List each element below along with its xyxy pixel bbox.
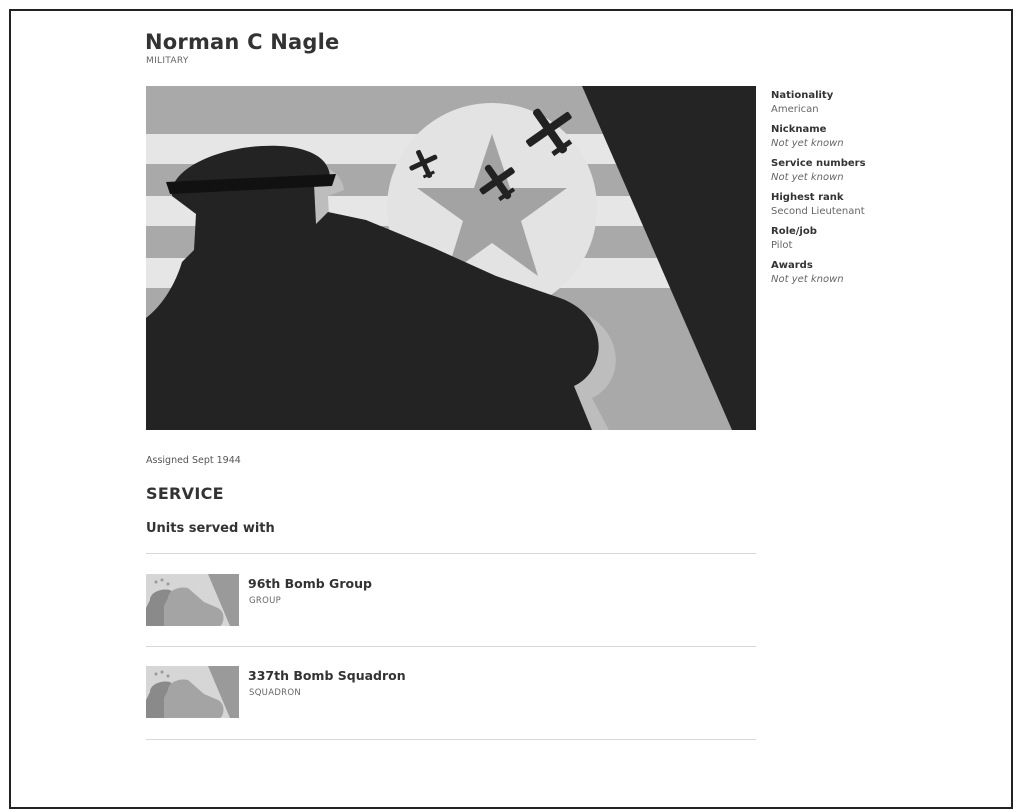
fact-value: Pilot xyxy=(771,240,793,251)
service-section-title: SERVICE xyxy=(146,484,224,503)
salute-illustration xyxy=(146,86,756,430)
unit-type: SQUADRON xyxy=(249,688,302,698)
fact-value: Not yet known xyxy=(771,274,844,285)
page-title: Norman C Nagle xyxy=(145,30,340,54)
facts-panel: Nationality American Nickname Not yet kn… xyxy=(771,89,971,293)
fact-label: Awards xyxy=(771,260,813,271)
fact-value: Not yet known xyxy=(771,138,844,149)
fact-nationality: Nationality American xyxy=(771,89,971,117)
unit-name[interactable]: 96th Bomb Group xyxy=(248,576,372,591)
hero-caption: Assigned Sept 1944 xyxy=(146,455,241,466)
unit-thumbnail[interactable] xyxy=(146,666,239,718)
fact-service-numbers: Service numbers Not yet known xyxy=(771,157,971,185)
unit-type: GROUP xyxy=(249,596,282,606)
divider xyxy=(146,553,756,554)
unit-item-337th-bomb-squadron[interactable]: 337th Bomb Squadron SQUADRON xyxy=(146,666,756,726)
unit-name[interactable]: 337th Bomb Squadron xyxy=(248,668,406,683)
units-subtitle: Units served with xyxy=(146,521,275,536)
fact-label: Highest rank xyxy=(771,192,844,203)
fact-awards: Awards Not yet known xyxy=(771,259,971,287)
fact-label: Nationality xyxy=(771,90,834,101)
unit-thumbnail[interactable] xyxy=(146,574,239,626)
fact-nickname: Nickname Not yet known xyxy=(771,123,971,151)
fact-label: Role/job xyxy=(771,226,817,237)
fact-label: Nickname xyxy=(771,124,827,135)
fact-value: Not yet known xyxy=(771,172,844,183)
divider xyxy=(146,739,756,740)
fact-value: American xyxy=(771,104,819,115)
fact-role-job: Role/job Pilot xyxy=(771,225,971,253)
fact-label: Service numbers xyxy=(771,158,866,169)
hero-image xyxy=(146,86,756,430)
fact-value: Second Lieutenant xyxy=(771,206,865,217)
divider xyxy=(146,646,756,647)
unit-item-96th-bomb-group[interactable]: 96th Bomb Group GROUP xyxy=(146,574,756,634)
fact-highest-rank: Highest rank Second Lieutenant xyxy=(771,191,971,219)
page-category: MILITARY xyxy=(146,56,189,66)
